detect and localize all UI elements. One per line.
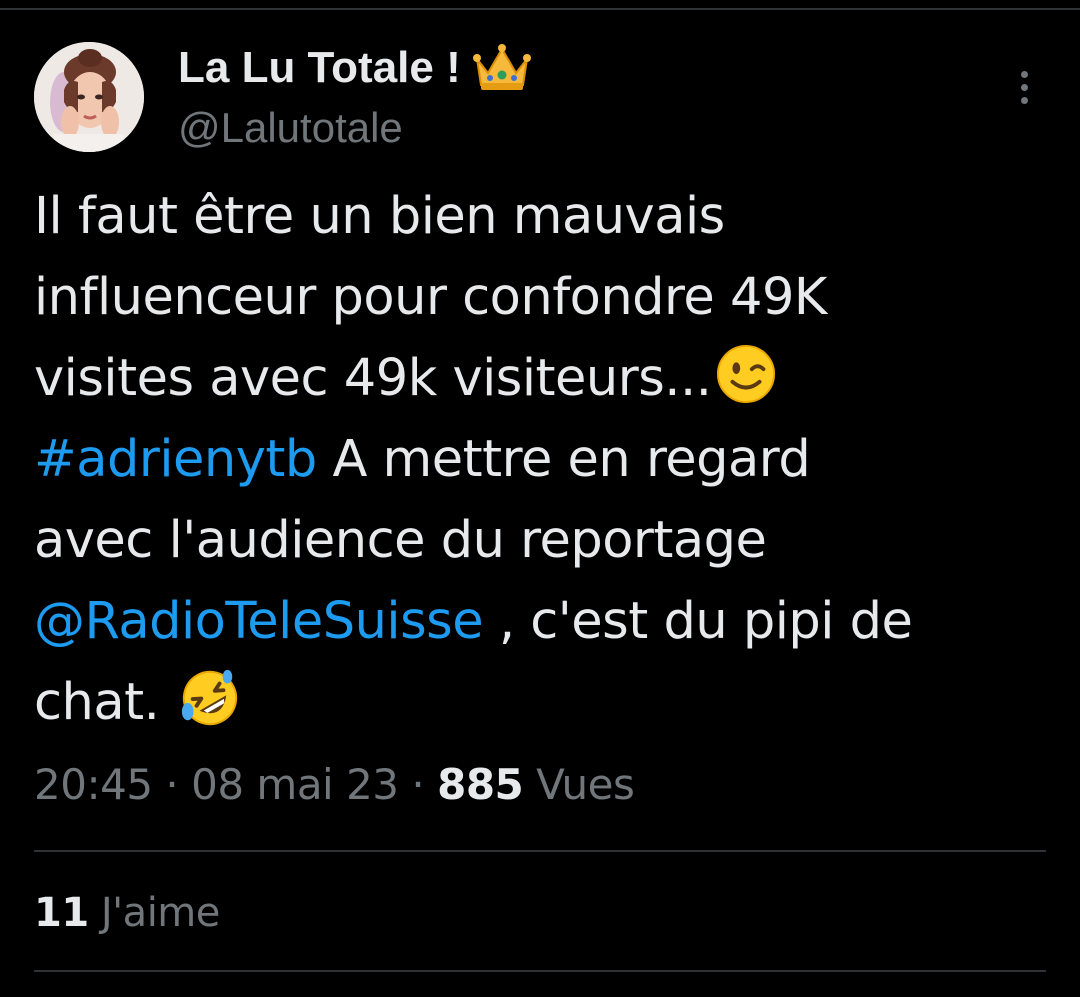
tweet-text-span: chat. <box>34 673 176 732</box>
author-display-name[interactable]: La Lu Totale ! <box>178 43 461 93</box>
mention-link[interactable]: @RadioTeleSuisse <box>34 592 484 651</box>
more-options-icon[interactable] <box>1004 64 1044 110</box>
tweet-text-span: visites avec 49k visiteurs... <box>34 349 712 408</box>
top-divider <box>0 8 1080 10</box>
tweet-date[interactable]: 08 mai 23 <box>191 760 399 809</box>
more-dot <box>1020 70 1028 78</box>
tweet-text-span: A mettre en regard <box>316 430 811 489</box>
meta-divider <box>34 850 1046 852</box>
views-label[interactable]: Vues <box>523 760 635 809</box>
rolling-on-floor-laughing-emoji <box>181 669 238 726</box>
meta-separator: · <box>398 760 438 809</box>
likes-label[interactable]: J'aime <box>89 890 221 936</box>
tweet-text: Il faut être un bien mauvais influenceur… <box>34 176 1054 743</box>
tweet-line: Il faut être un bien mauvais <box>34 176 1054 257</box>
hashtag-link[interactable]: #adrienytb <box>34 430 317 489</box>
tweet-line: @RadioTeleSuisse , c'est du pipi de <box>34 581 1054 662</box>
stats-divider <box>34 970 1046 972</box>
views-count[interactable]: 885 <box>437 760 524 809</box>
tweet-text-span: , c'est du pipi de <box>483 592 913 651</box>
likes-count[interactable]: 11 <box>34 890 89 936</box>
winking-face-emoji <box>717 344 776 404</box>
meta-separator: · <box>152 760 192 809</box>
tweet-time[interactable]: 20:45 <box>34 760 153 809</box>
more-dot <box>1020 96 1028 104</box>
author-name-row[interactable]: La Lu Totale ! <box>178 40 531 96</box>
tweet-line: chat. <box>34 662 1054 743</box>
crown-emoji <box>472 44 531 90</box>
avatar[interactable] <box>34 42 144 152</box>
avatar-image <box>34 42 144 152</box>
more-dot <box>1020 83 1028 91</box>
tweet-text-span: influenceur pour confondre 49K <box>34 268 827 327</box>
likes-stat[interactable]: 11 J'aime <box>34 890 220 936</box>
author-handle[interactable]: @Lalutotale <box>178 104 403 152</box>
tweet-meta: 20:45 · 08 mai 23 · 885 Vues <box>34 760 635 809</box>
tweet-line: visites avec 49k visiteurs... <box>34 338 1054 419</box>
tweet-text-span: Il faut être un bien mauvais <box>34 187 725 246</box>
tweet-text-span: avec l'audience du reportage <box>34 511 767 570</box>
tweet-line: #adrienytb A mettre en regard <box>34 419 1054 500</box>
tweet-line: avec l'audience du reportage <box>34 500 1054 581</box>
tweet-line: influenceur pour confondre 49K <box>34 257 1054 338</box>
